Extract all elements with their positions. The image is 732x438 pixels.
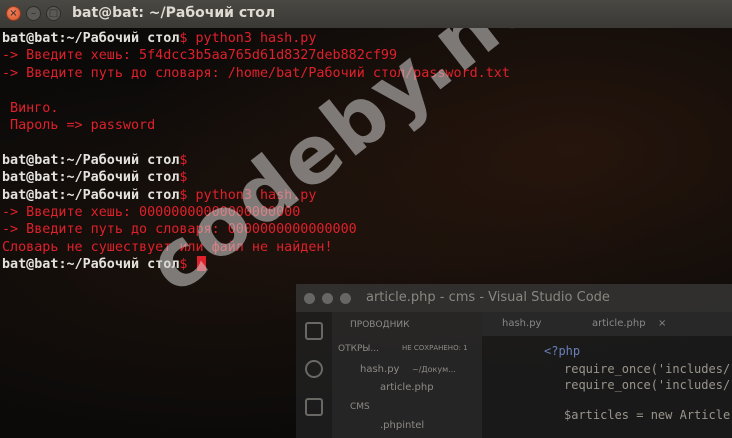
vscode-explorer: ПРОВОДНИК ОТКРЫ... НЕ СОХРАНЕНО: 1 hash.… xyxy=(332,312,482,438)
prompt-text: :~/Рабочий стол xyxy=(58,31,180,46)
tab-hash: hash.py xyxy=(502,318,542,329)
tab-article: article.php xyxy=(592,318,646,329)
tab-close-icon: × xyxy=(658,318,667,329)
vscode-maximize-icon xyxy=(340,293,351,304)
output-text: Пароль => password xyxy=(2,117,156,133)
vscode-activity-bar xyxy=(296,312,332,438)
terminal-line: Пароль => password xyxy=(2,117,510,134)
prompt-text: :~/Рабочий стол xyxy=(58,152,180,168)
vscode-title: article.php - cms - Visual Studio Code xyxy=(366,290,610,305)
prompt-text: bat@bat xyxy=(2,152,59,168)
background-vscode-window: article.php - cms - Visual Studio Code П… xyxy=(296,284,732,438)
code-line-2: require_once('includes/ xyxy=(564,362,731,376)
output-text: $ xyxy=(179,170,188,186)
close-button[interactable]: × xyxy=(6,6,21,21)
maximize-icon: □ xyxy=(48,8,59,19)
window-title: bat@bat: ~/Рабочий стол xyxy=(72,5,276,21)
folder-item: .phpintel xyxy=(380,420,425,431)
prompt-text: bat@bat xyxy=(2,187,59,203)
minimize-button[interactable]: – xyxy=(26,6,41,21)
close-icon: × xyxy=(9,8,18,19)
output-text: $ python3 hash.py xyxy=(179,31,317,46)
minimize-icon: – xyxy=(31,8,36,19)
open-file-hash: hash.py xyxy=(360,364,400,375)
code-line-1: <?php xyxy=(544,344,581,358)
window-titlebar: × – □ bat@bat: ~/Рабочий стол xyxy=(0,0,732,29)
prompt-text: :~/Рабочий стол xyxy=(58,170,180,186)
open-file-hash-path: ~/Докум... xyxy=(412,365,456,374)
unsaved-label: НЕ СОХРАНЕНО: 1 xyxy=(402,344,468,352)
output-text: -> Введите хешь: 5f4dcc3b5aa765d61d8327d… xyxy=(2,48,398,64)
explorer-label: ПРОВОДНИК xyxy=(350,320,410,330)
terminal-area[interactable]: article.php - cms - Visual Studio Code П… xyxy=(0,28,732,438)
output-text: Винго. xyxy=(2,100,59,116)
code-line-3: require_once('includes/ xyxy=(564,378,731,392)
vscode-titlebar: article.php - cms - Visual Studio Code xyxy=(296,284,732,312)
vscode-tabbar: hash.py article.php × xyxy=(482,312,732,336)
prompt-text: :~/Рабочий стол xyxy=(58,187,180,203)
vscode-minimize-icon xyxy=(322,293,333,304)
prompt-text: bat@bat xyxy=(2,31,59,46)
folder-label: CMS xyxy=(350,402,370,412)
code-line-4: $articles = new Article xyxy=(564,408,731,422)
output-text: $ xyxy=(179,152,188,168)
files-icon xyxy=(305,322,323,340)
open-editors-label: ОТКРЫ... xyxy=(338,344,379,354)
vscode-editor: hash.py article.php × <?php require_once… xyxy=(482,312,732,438)
search-icon xyxy=(305,360,323,378)
prompt-text: bat@bat xyxy=(2,257,59,273)
source-control-icon xyxy=(305,398,323,416)
open-file-article: article.php xyxy=(380,382,434,393)
vscode-close-icon xyxy=(304,293,315,304)
terminal-line: bat@bat:~/Рабочий стол$ xyxy=(2,256,510,273)
prompt-text: bat@bat xyxy=(2,170,59,186)
maximize-button[interactable]: □ xyxy=(46,6,61,21)
